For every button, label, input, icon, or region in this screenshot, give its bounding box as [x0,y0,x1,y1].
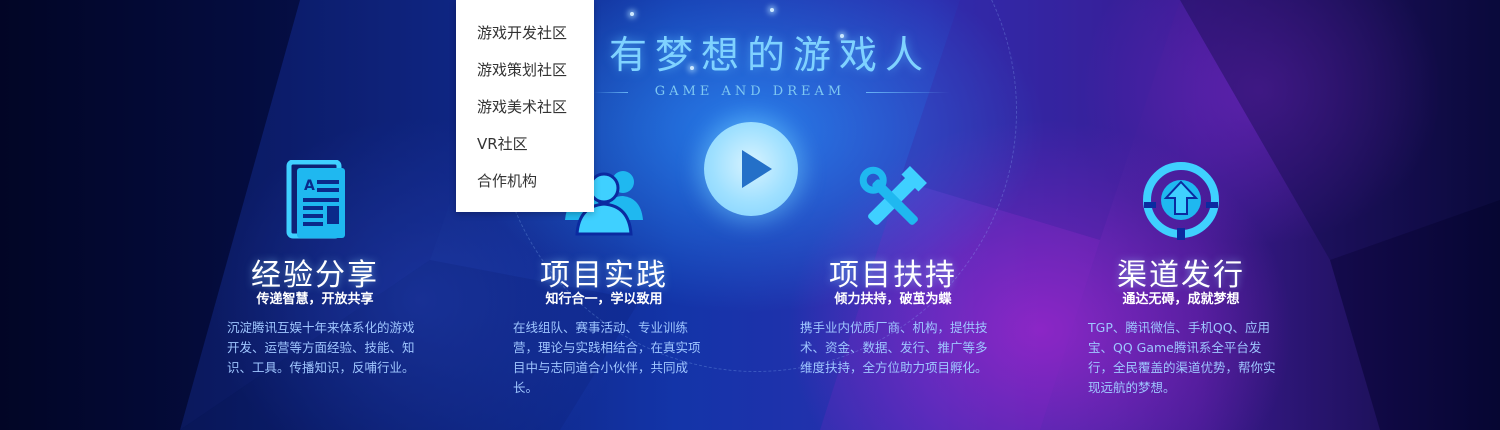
sparkle [770,8,774,12]
document-icon: A [286,160,345,239]
feature-subtitle: 知行合一，学以致用 [545,292,663,307]
menu-item-partners[interactable]: 合作机构 [477,170,537,191]
menu-item-game-design-community[interactable]: 游戏策划社区 [477,59,567,80]
feature-description: 在线组队、赛事活动、专业训练营，理论与实践相结合，在真实项目中与志同道合小伙伴，… [513,320,701,395]
menu-item-vr-community[interactable]: VR社区 [477,133,528,154]
hero-title: 有梦想的游戏人 [608,33,931,77]
feature-description: 携手业内优质厂商、机构，提供技术、资金、数据、发行、推广等多维度扶持，全方位助力… [800,320,988,375]
hero-banner: 有梦想的游戏人 GAME AND DREAM A 经验分享 传递智慧，开放共享 [0,0,1500,430]
feature-subtitle: 倾力扶持，破茧为蝶 [834,292,952,307]
sparkle [630,12,634,16]
publish-icon [1143,162,1219,240]
hero-subtitle: GAME AND DREAM [654,84,846,99]
feature-description: TGP、腾讯微信、手机QQ、应用宝、QQ Game腾讯系全平台发行，全民覆盖的渠… [1088,320,1276,395]
menu-item-game-dev-community[interactable]: 游戏开发社区 [477,22,567,43]
community-dropdown-menu: 游戏开发社区 游戏策划社区 游戏美术社区 VR社区 合作机构 [456,0,594,212]
feature-subtitle: 通达无碍，成就梦想 [1122,292,1240,307]
feature-icon-wrap [763,160,1023,242]
feature-icon-wrap: A [185,160,445,242]
feature-subtitle: 传递智慧，开放共享 [256,292,374,307]
feature-description: 沉淀腾讯互娱十年来体系化的游戏开发、运营等方面经验、技能、知识、工具。传播知识，… [227,320,415,375]
menu-item-game-art-community[interactable]: 游戏美术社区 [477,96,567,117]
tools-icon [859,166,927,225]
svg-text:A: A [304,178,315,194]
feature-icon-wrap [1051,160,1311,242]
